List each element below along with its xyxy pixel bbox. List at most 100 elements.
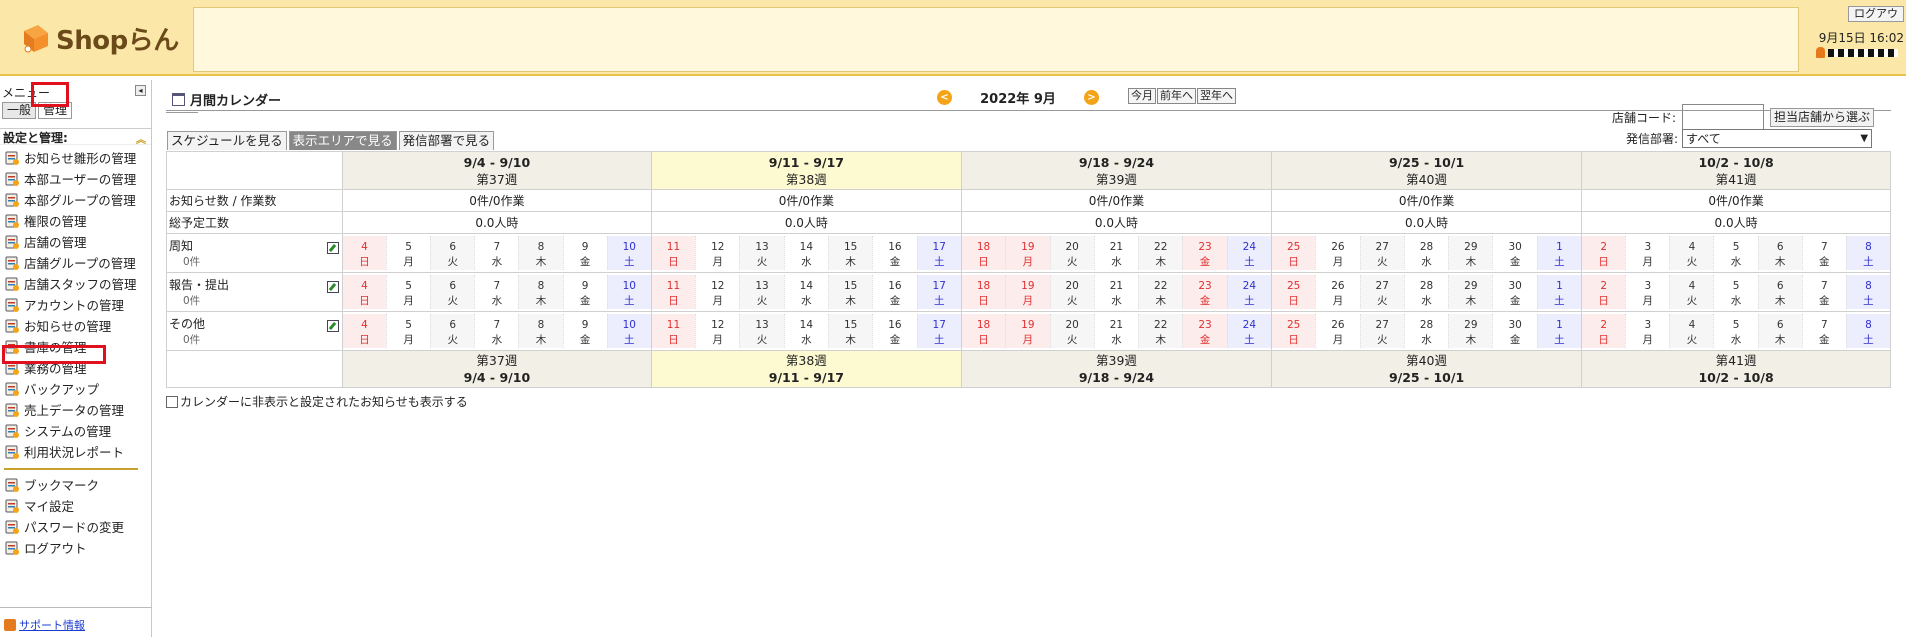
- day-cell[interactable]: 25 日: [1272, 275, 1316, 309]
- dept-select[interactable]: すべて ▼: [1682, 129, 1873, 148]
- day-cell[interactable]: 15 木: [828, 275, 873, 309]
- day-cell[interactable]: 7金: [1801, 314, 1846, 348]
- day-cell[interactable]: 8土: [1845, 314, 1890, 348]
- day-cell[interactable]: 16 金: [872, 275, 916, 309]
- day-cell[interactable]: 4日: [342, 236, 387, 270]
- day-cell[interactable]: 3月: [1625, 275, 1669, 309]
- day-cell[interactable]: 7水: [474, 314, 518, 348]
- day-cell[interactable]: 21 水: [1093, 275, 1138, 309]
- sidebar-item[interactable]: 権限の管理: [4, 210, 138, 231]
- this-month-button[interactable]: 今月: [1128, 88, 1156, 104]
- day-cell[interactable]: 9金: [562, 275, 607, 309]
- sidebar-item[interactable]: 売上データの管理: [4, 399, 138, 420]
- day-cell[interactable]: 8木: [518, 314, 563, 348]
- day-cell[interactable]: 6火: [430, 314, 475, 348]
- section-settings[interactable]: 設定と管理: ︽: [0, 128, 151, 146]
- next-year-button[interactable]: 翌年へ: [1197, 88, 1236, 104]
- day-cell[interactable]: 5月: [386, 314, 430, 348]
- day-cell[interactable]: 6火: [430, 275, 475, 309]
- day-cell[interactable]: 8木: [518, 275, 563, 309]
- day-cell[interactable]: 14 水: [783, 236, 828, 270]
- day-cell[interactable]: 5水: [1713, 236, 1757, 270]
- day-cell[interactable]: 23 金: [1182, 236, 1227, 270]
- day-cell[interactable]: 11 日: [651, 314, 696, 348]
- day-cell[interactable]: 12 月: [695, 275, 739, 309]
- day-cell[interactable]: 13 火: [739, 275, 784, 309]
- day-cell[interactable]: 25 日: [1272, 314, 1316, 348]
- day-cell[interactable]: 25 日: [1272, 236, 1316, 270]
- day-cell[interactable]: 29 木: [1448, 314, 1493, 348]
- day-cell[interactable]: 19 月: [1005, 275, 1050, 309]
- day-cell[interactable]: 17 土: [916, 236, 961, 270]
- select-store-button[interactable]: 担当店舗から選ぶ: [1770, 107, 1875, 127]
- day-cell[interactable]: 1土: [1536, 275, 1582, 309]
- day-cell[interactable]: 4火: [1669, 236, 1714, 270]
- day-cell[interactable]: 20 火: [1049, 275, 1094, 309]
- sidebar-item[interactable]: 利用状況レポート: [4, 441, 138, 462]
- day-cell[interactable]: 24 土: [1226, 275, 1271, 309]
- day-cell[interactable]: 28 水: [1403, 236, 1448, 270]
- day-cell[interactable]: 10 土: [606, 236, 651, 270]
- day-cell[interactable]: 8木: [518, 236, 563, 270]
- day-cell[interactable]: 28 水: [1403, 314, 1448, 348]
- show-hidden-option[interactable]: カレンダーに非表示と設定されたお知らせも表示する: [166, 393, 468, 410]
- day-cell[interactable]: 8土: [1845, 236, 1890, 270]
- day-cell[interactable]: 27 火: [1359, 314, 1404, 348]
- day-cell[interactable]: 2日: [1582, 314, 1626, 348]
- day-cell[interactable]: 23 金: [1182, 275, 1227, 309]
- sidebar-item[interactable]: システムの管理: [4, 420, 138, 441]
- day-cell[interactable]: 3月: [1625, 236, 1669, 270]
- day-cell[interactable]: 10 土: [606, 275, 651, 309]
- day-cell[interactable]: 23 金: [1182, 314, 1227, 348]
- sidebar-item[interactable]: 店舗スタッフの管理: [4, 273, 138, 294]
- tab-dept[interactable]: 発信部署で見る: [398, 131, 495, 150]
- day-cell[interactable]: 24 土: [1226, 236, 1271, 270]
- day-cell[interactable]: 18 日: [961, 275, 1006, 309]
- day-cell[interactable]: 4火: [1669, 314, 1714, 348]
- tab-schedule[interactable]: スケジュールを見る: [167, 131, 287, 150]
- sidebar-item[interactable]: 本部ユーザーの管理: [4, 168, 138, 189]
- day-cell[interactable]: 19 月: [1005, 314, 1050, 348]
- day-cell[interactable]: 13 火: [739, 236, 784, 270]
- day-cell[interactable]: 13 火: [739, 314, 784, 348]
- day-cell[interactable]: 22 木: [1138, 314, 1183, 348]
- day-cell[interactable]: 29 木: [1448, 275, 1493, 309]
- tab-display-area[interactable]: 表示エリアで見る: [288, 131, 397, 150]
- day-cell[interactable]: 6火: [430, 236, 475, 270]
- day-cell[interactable]: 26 月: [1315, 236, 1359, 270]
- day-cell[interactable]: 4日: [342, 275, 387, 309]
- day-cell[interactable]: 14 水: [783, 275, 828, 309]
- day-cell[interactable]: 9金: [562, 236, 607, 270]
- day-cell[interactable]: 17 土: [916, 314, 961, 348]
- prev-year-button[interactable]: 前年へ: [1157, 88, 1196, 104]
- day-cell[interactable]: 12 月: [695, 236, 739, 270]
- day-cell[interactable]: 11 日: [651, 275, 696, 309]
- sidebar-item[interactable]: 店舗の管理: [4, 231, 138, 252]
- day-cell[interactable]: 3月: [1625, 314, 1669, 348]
- next-month-icon[interactable]: >: [1084, 90, 1099, 105]
- day-cell[interactable]: 6木: [1757, 314, 1802, 348]
- collapse-section-icon[interactable]: ︽: [136, 131, 146, 146]
- day-cell[interactable]: 27 火: [1359, 236, 1404, 270]
- sidebar-item[interactable]: パスワードの変更: [4, 516, 138, 537]
- day-cell[interactable]: 18 日: [961, 314, 1006, 348]
- edit-icon[interactable]: [326, 242, 339, 254]
- day-cell[interactable]: 30 金: [1492, 275, 1536, 309]
- day-cell[interactable]: 16 金: [872, 236, 916, 270]
- sidebar-item[interactable]: バックアップ: [4, 378, 138, 399]
- collapse-menu-icon[interactable]: ◂: [135, 85, 146, 96]
- day-cell[interactable]: 19 月: [1005, 236, 1050, 270]
- day-cell[interactable]: 30 金: [1492, 236, 1536, 270]
- day-cell[interactable]: 8土: [1845, 275, 1890, 309]
- day-cell[interactable]: 5月: [386, 275, 430, 309]
- edit-icon[interactable]: [326, 281, 339, 293]
- day-cell[interactable]: 2日: [1582, 275, 1626, 309]
- day-cell[interactable]: 5水: [1713, 314, 1757, 348]
- day-cell[interactable]: 6木: [1757, 236, 1802, 270]
- day-cell[interactable]: 12 月: [695, 314, 739, 348]
- day-cell[interactable]: 4日: [342, 314, 387, 348]
- sidebar-item[interactable]: ブックマーク: [4, 474, 138, 495]
- day-cell[interactable]: 18 日: [961, 236, 1006, 270]
- day-cell[interactable]: 30 金: [1492, 314, 1536, 348]
- sidebar-item[interactable]: 店舗グループの管理: [4, 252, 138, 273]
